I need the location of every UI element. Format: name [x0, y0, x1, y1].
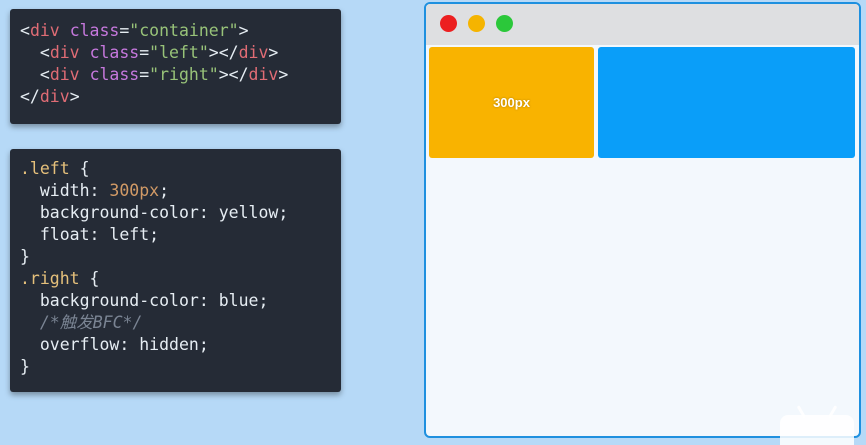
code-token: div [29, 21, 60, 40]
css-code-panel: .left { width: 300px; background-color: … [10, 149, 341, 392]
code-token: hidden [139, 335, 199, 354]
code-line: background-color: blue; [20, 290, 331, 312]
code-token: { [69, 159, 90, 178]
code-token: .right [20, 269, 80, 288]
code-token: { [79, 269, 100, 288]
tv-logo-icon [780, 415, 854, 445]
code-token: ; [198, 335, 209, 354]
code-token: class [89, 43, 140, 62]
code-token: ; [258, 291, 269, 310]
code-token: ; [278, 203, 289, 222]
code-line: <div class="right"></div> [20, 64, 331, 86]
code-token: left [109, 225, 150, 244]
code-token: > [278, 65, 289, 84]
code-token: : [89, 181, 110, 200]
code-comment: /*触发BFC*/ [39, 313, 143, 332]
code-token: : [119, 335, 140, 354]
code-token: < [20, 21, 30, 40]
code-token: = [139, 65, 150, 84]
browser-window: 300px [424, 2, 861, 438]
code-token: div [49, 43, 80, 62]
code-token: div [238, 43, 269, 62]
code-token: class [89, 65, 140, 84]
code-token: > [69, 87, 80, 106]
code-token: background-color [39, 291, 199, 310]
code-token: div [248, 65, 279, 84]
left-box-width-label: 300px [493, 95, 530, 110]
code-line: background-color: yellow; [20, 202, 331, 224]
code-token: < [39, 65, 50, 84]
code-token: } [20, 357, 30, 376]
code-line: /*触发BFC*/ [20, 312, 331, 334]
code-line: } [20, 356, 331, 378]
code-line: </div> [20, 86, 331, 108]
code-line: width: 300px; [20, 180, 331, 202]
code-token: < [39, 43, 50, 62]
left-float-box: 300px [429, 47, 594, 158]
code-token: : [198, 203, 219, 222]
code-token: "right" [149, 65, 219, 84]
minimize-window-button[interactable] [468, 15, 485, 32]
close-window-button[interactable] [440, 15, 457, 32]
code-token: "container" [129, 21, 239, 40]
maximize-window-button[interactable] [496, 15, 513, 32]
code-line: <div class="left"></div> [20, 42, 331, 64]
code-token: ; [149, 225, 160, 244]
code-token: overflow [39, 335, 120, 354]
code-token: ></ [218, 65, 249, 84]
code-line: .left { [20, 158, 331, 180]
code-token: </ [20, 87, 40, 106]
code-line: <div class="container"> [20, 20, 331, 42]
code-token: : [198, 291, 219, 310]
code-token: .left [20, 159, 70, 178]
code-token: "left" [149, 43, 209, 62]
code-token: div [39, 87, 70, 106]
code-token: = [139, 43, 150, 62]
code-token: } [20, 247, 30, 266]
code-token: class [69, 21, 120, 40]
code-token: = [119, 21, 130, 40]
code-token: > [238, 21, 249, 40]
code-line: .right { [20, 268, 331, 290]
code-token: ; [159, 181, 170, 200]
code-token: ></ [208, 43, 239, 62]
code-token: background-color [39, 203, 199, 222]
code-token: width [39, 181, 90, 200]
code-token: blue [218, 291, 259, 310]
code-token: : [89, 225, 110, 244]
code-token: 300px [109, 181, 160, 200]
code-token: > [268, 43, 279, 62]
window-titlebar [426, 4, 859, 45]
code-token: float [39, 225, 90, 244]
code-line: float: left; [20, 224, 331, 246]
html-code-panel: <div class="container"> <div class="left… [10, 9, 341, 124]
code-token: div [49, 65, 80, 84]
code-line: } [20, 246, 331, 268]
code-token: yellow [218, 203, 279, 222]
right-bfc-box [598, 47, 855, 158]
code-line: overflow: hidden; [20, 334, 331, 356]
